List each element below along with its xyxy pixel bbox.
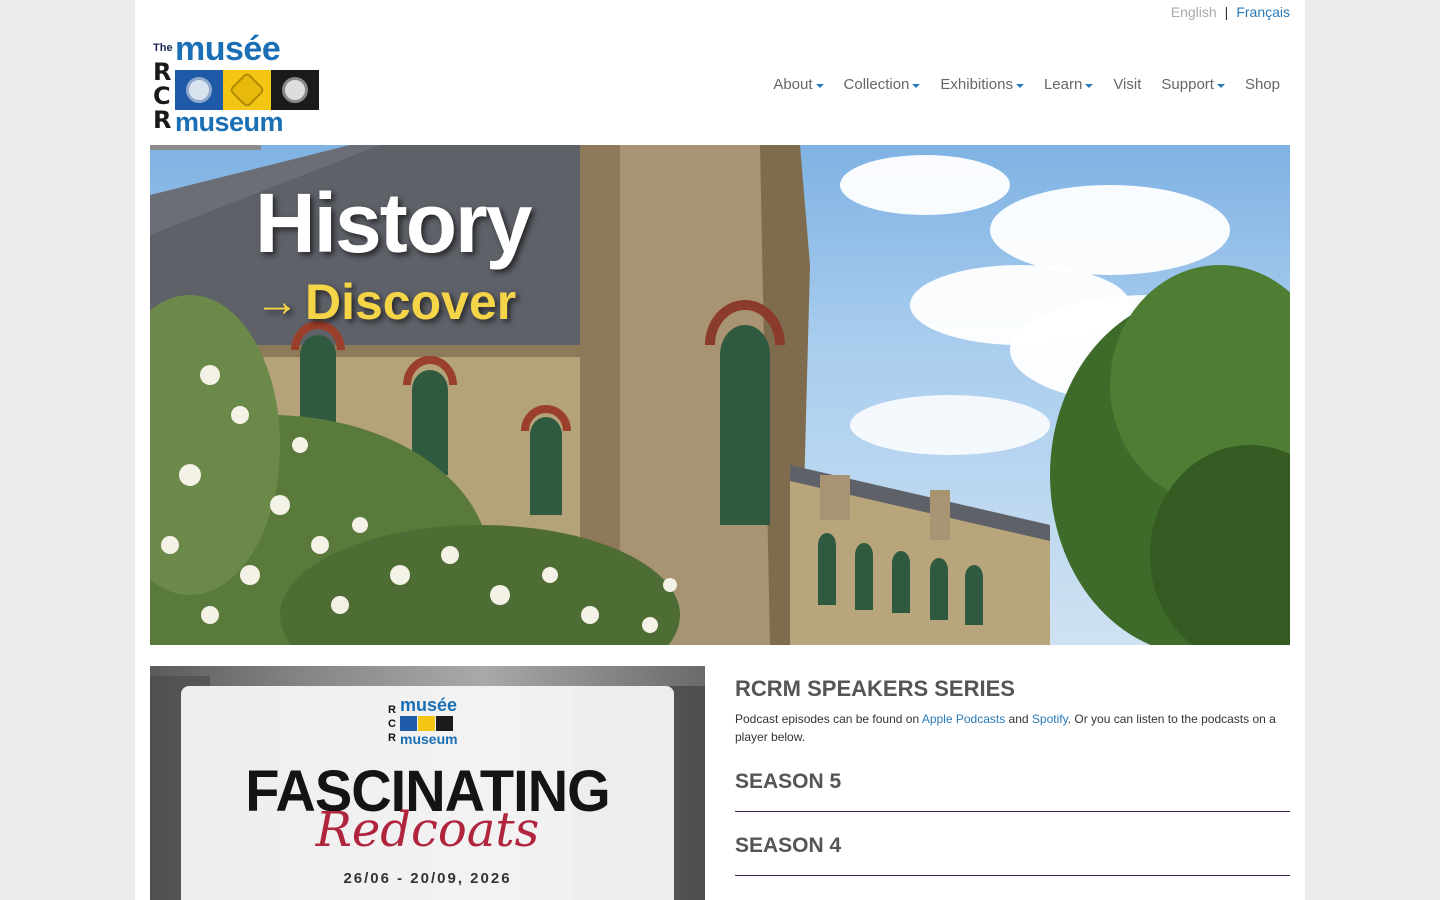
- nav-item-visit[interactable]: Visit: [1113, 76, 1141, 93]
- language-switcher: English | Français: [1171, 4, 1290, 20]
- poster-card: musée R C R museum FASCINATING Redcoats …: [181, 686, 674, 900]
- nav-item-shop[interactable]: Shop: [1245, 76, 1280, 93]
- arrow-right-icon: →: [255, 277, 299, 326]
- logo-letter-r2: R: [153, 106, 172, 134]
- logo-badge-yellow: [223, 70, 271, 110]
- caret-down-icon: [1085, 83, 1094, 88]
- hero-title: History: [255, 176, 532, 270]
- logo-the: The: [153, 42, 173, 54]
- poster-logo-musee: musée: [400, 695, 458, 715]
- spotify-link[interactable]: Spotify: [1032, 712, 1068, 726]
- season-4-accordion[interactable]: SEASON 4: [735, 834, 1290, 876]
- nav-item-support[interactable]: Support: [1161, 76, 1225, 93]
- poster-logo-letter: C: [388, 718, 396, 730]
- nav-item-exhibitions[interactable]: Exhibitions: [940, 76, 1024, 93]
- language-english[interactable]: English: [1171, 4, 1217, 20]
- hero-subtitle: Discover: [305, 274, 517, 330]
- caret-down-icon: [815, 83, 824, 88]
- poster-logo-badge: [436, 716, 453, 731]
- nav-label: About: [773, 76, 813, 93]
- page-container: English | Français The musée R C R museu…: [135, 0, 1305, 900]
- nav-label: Collection: [843, 76, 910, 93]
- nav-label: Support: [1161, 76, 1214, 93]
- poster-dates: 26/06 - 20/09, 2026: [343, 870, 512, 887]
- caret-down-icon: [1216, 83, 1225, 88]
- nav-label: Exhibitions: [940, 76, 1013, 93]
- poster-logo-badge: [418, 716, 435, 731]
- season-5-accordion[interactable]: SEASON 5: [735, 770, 1290, 812]
- main-nav: About Collection Exhibitions Learn Visit…: [773, 76, 1280, 93]
- speakers-series-section: RCRM SPEAKERS SERIES Podcast episodes ca…: [735, 676, 1290, 876]
- logo-museum: museum: [175, 107, 284, 137]
- poster-logo-badge: [400, 716, 417, 731]
- caret-down-icon: [912, 83, 921, 88]
- logo-badge-blue: [175, 70, 223, 110]
- poster-logo-letter: R: [388, 704, 396, 716]
- caret-down-icon: [1015, 83, 1024, 88]
- apple-podcasts-link[interactable]: Apple Podcasts: [922, 712, 1005, 726]
- poster-logo-letter: R: [388, 732, 396, 744]
- hero-discover-link[interactable]: → Discover: [255, 273, 516, 331]
- nav-label: Learn: [1043, 76, 1083, 93]
- section-title: RCRM SPEAKERS SERIES: [735, 676, 1015, 701]
- poster-logo: musée R C R museum: [388, 695, 468, 748]
- language-french-link[interactable]: Français: [1236, 4, 1290, 20]
- nav-label: Visit: [1113, 76, 1142, 93]
- description-text: Podcast episodes can be found on: [735, 712, 922, 726]
- slider-progress-bar: [150, 145, 261, 150]
- nav-item-about[interactable]: About: [773, 76, 824, 93]
- poster-logo-museum: museum: [400, 731, 458, 747]
- nav-label: Shop: [1244, 76, 1280, 93]
- language-separator: |: [1224, 4, 1229, 20]
- logo-badge-black: [271, 70, 319, 110]
- poster-script-title: Redcoats: [315, 802, 540, 858]
- description-text: and: [1005, 712, 1032, 726]
- exhibition-poster[interactable]: musée R C R museum FASCINATING Redcoats …: [150, 666, 705, 900]
- hero-slider[interactable]: History → Discover: [150, 145, 1290, 645]
- site-logo[interactable]: The musée R C R museum: [153, 30, 323, 138]
- nav-item-learn[interactable]: Learn: [1043, 76, 1094, 93]
- logo-musee: musée: [175, 30, 281, 68]
- nav-item-collection[interactable]: Collection: [844, 76, 921, 93]
- series-description: Podcast episodes can be found on Apple P…: [735, 710, 1290, 746]
